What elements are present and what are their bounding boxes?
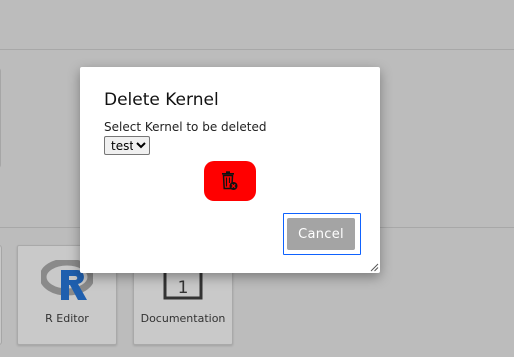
delete-kernel-dialog: Delete Kernel Select Kernel to be delete… <box>80 67 380 273</box>
dialog-title: Delete Kernel <box>104 90 219 110</box>
kernel-select[interactable]: test <box>104 136 150 155</box>
delete-kernel-button[interactable] <box>204 161 256 201</box>
cancel-button[interactable]: Cancel <box>287 218 355 250</box>
background-panel <box>0 68 1 168</box>
trash-delete-icon <box>222 171 238 190</box>
launcher-card-label: R Editor <box>45 312 89 325</box>
svg-text:1: 1 <box>178 278 189 298</box>
header-divider <box>0 49 514 50</box>
launcher-card-label: Documentation <box>140 312 226 325</box>
launcher-card-partial[interactable] <box>0 245 2 345</box>
kernel-select-label: Select Kernel to be deleted <box>104 120 267 134</box>
resize-handle-icon[interactable] <box>370 263 379 272</box>
app-background: R Editor 1 Documentation Delete Kernel S… <box>0 0 514 357</box>
